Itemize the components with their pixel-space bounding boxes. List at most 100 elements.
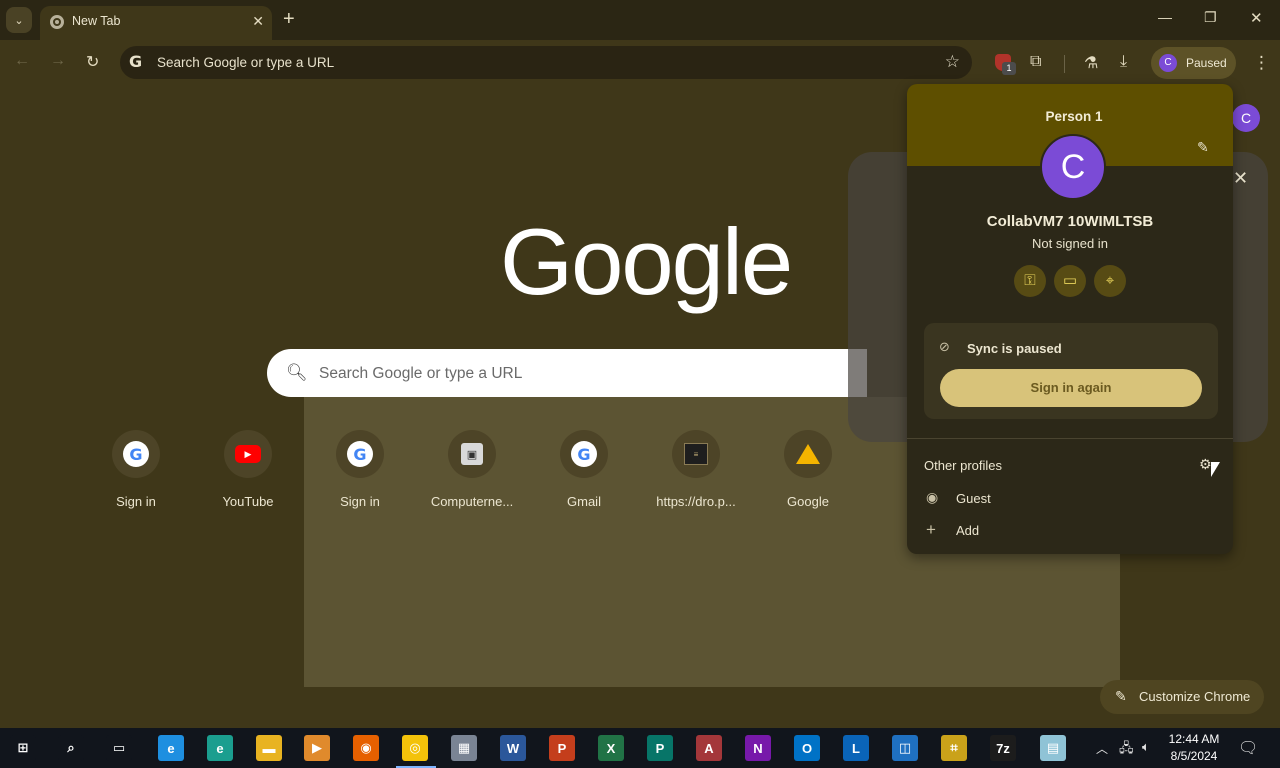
media-player-icon[interactable]: ▶ xyxy=(304,735,330,761)
mouse-cursor-icon xyxy=(1211,462,1220,477)
tab-new-tab[interactable]: New Tab ✕ xyxy=(40,6,272,40)
bookmark-star-icon[interactable]: ☆ xyxy=(945,52,960,72)
chrome-menu-icon[interactable]: ⋮ xyxy=(1253,53,1270,73)
profile-menu: Person 1 ✎ C CollabVM7 10WIMLTSB Not sig… xyxy=(907,84,1233,554)
tab-strip: ⌄ New Tab ✕ + — ❐ ✕ xyxy=(0,0,1280,40)
firefox-icon[interactable]: ◉ xyxy=(353,735,379,761)
tab-close-icon[interactable]: ✕ xyxy=(252,13,264,30)
winrar-tool-icon[interactable]: ⌗ xyxy=(941,735,967,761)
network-computer-icon[interactable]: ▦ xyxy=(451,735,477,761)
shortcut-tile[interactable]: ≡ https://dro.p... xyxy=(640,430,752,520)
shortcut-icon-circle: G xyxy=(336,430,384,478)
google-drive-icon xyxy=(796,444,820,464)
password-key-icon[interactable]: ⚿ xyxy=(1014,265,1046,297)
pencil-icon: ✎ xyxy=(1115,688,1127,704)
profile-avatar: C xyxy=(1040,134,1106,200)
outlook-icon[interactable]: O xyxy=(794,735,820,761)
account-avatar[interactable]: C xyxy=(1232,104,1260,132)
tray-overflow-icon[interactable]: ︿ xyxy=(1096,740,1108,757)
shortcut-icon-circle: ▶ xyxy=(224,430,272,478)
shortcut-label: https://dro.p... xyxy=(656,494,736,509)
reload-icon[interactable]: ↻ xyxy=(86,52,99,72)
windows-taskbar: ⊞ ⌕ ▭ e e ▬ ▶ ◉ ◎ ▦ W P X P A N O L ◫ ⌗ 7z ▤ ︿ 🖧︎ 🔈︎ 12:44 AM… xyxy=(0,728,1280,768)
notification-center-icon[interactable]: 🗨︎ xyxy=(1238,738,1258,758)
7zip-icon[interactable]: 7z xyxy=(990,735,1016,761)
shortcut-tile[interactable]: G Gmail xyxy=(528,430,640,520)
address-pin-icon[interactable]: ⌖ xyxy=(1094,265,1126,297)
manage-profiles-gear-icon[interactable]: ⚙ xyxy=(1199,456,1212,473)
address-bar[interactable]: G Search Google or type a URL ☆ xyxy=(120,46,972,79)
google-icon: G xyxy=(123,441,149,467)
shortcut-tile[interactable]: G Sign in xyxy=(304,430,416,520)
shortcut-icon-circle xyxy=(784,430,832,478)
tab-search-menu-button[interactable]: ⌄ xyxy=(6,7,32,33)
sign-in-again-button[interactable]: Sign in again xyxy=(940,369,1202,407)
restore-icon[interactable]: ❐ xyxy=(1204,9,1217,26)
shortcut-tile[interactable]: ▣ Computerne... xyxy=(416,430,528,520)
add-plus-icon: + xyxy=(926,520,936,539)
close-icon[interactable]: ✕ xyxy=(1233,168,1248,189)
youtube-icon: ▶ xyxy=(235,445,261,463)
computer-icon: ▣ xyxy=(461,443,483,465)
publisher-icon[interactable]: P xyxy=(647,735,673,761)
download-icon[interactable]: ⤓ xyxy=(1120,53,1127,71)
shortcut-label: YouTube xyxy=(222,494,274,509)
ntp-search-box[interactable]: 🔍︎ Search Google or type a URL xyxy=(267,349,867,397)
network-icon[interactable]: 🖧︎ xyxy=(1119,739,1134,761)
clock-date[interactable]: 8/5/2024 xyxy=(1166,749,1222,763)
excel-icon[interactable]: X xyxy=(598,735,624,761)
toolbar-divider xyxy=(1064,55,1065,73)
file-explorer-icon[interactable]: ▬ xyxy=(256,735,282,761)
forward-arrow-icon[interactable]: → xyxy=(50,52,66,70)
back-arrow-icon[interactable]: ← xyxy=(14,52,30,70)
add-profile-item[interactable]: Add xyxy=(956,523,979,538)
word-icon[interactable]: W xyxy=(500,735,526,761)
access-icon[interactable]: A xyxy=(696,735,722,761)
edge-can-icon[interactable]: e xyxy=(207,735,233,761)
window-close-icon[interactable]: ✕ xyxy=(1250,9,1263,27)
profile-button[interactable]: C Paused xyxy=(1151,47,1236,79)
divider xyxy=(907,438,1233,439)
shortcut-tile[interactable]: G Sign in xyxy=(80,430,192,520)
shortcut-tile[interactable]: Google xyxy=(752,430,864,520)
lync-icon[interactable]: L xyxy=(843,735,869,761)
labs-flask-icon[interactable]: ⚗ xyxy=(1084,53,1098,73)
sync-paused-icon: ⊘ xyxy=(939,339,950,354)
customize-chrome-button[interactable]: ✎ Customize Chrome xyxy=(1100,680,1264,714)
profile-person-label: Person 1 xyxy=(1045,109,1103,124)
profile-status: Not signed in xyxy=(1032,236,1108,251)
ntp-search-placeholder: Search Google or type a URL xyxy=(319,365,523,382)
google-icon: G xyxy=(347,441,373,467)
chrome-favicon-icon xyxy=(50,15,64,29)
profile-status-label: Paused xyxy=(1186,56,1227,70)
task-view-icon[interactable]: ▭ xyxy=(106,735,132,761)
profile-avatar: C xyxy=(1159,54,1177,72)
edit-pencil-icon[interactable]: ✎ xyxy=(1197,139,1209,156)
notepad-app-icon[interactable]: ▤ xyxy=(1040,735,1066,761)
profile-name: CollabVM7 10WIMLTSB xyxy=(986,213,1154,230)
tab-title: New Tab xyxy=(72,14,121,28)
sync-paused-card: ⊘ Sync is paused Sign in again xyxy=(924,323,1218,419)
shortcut-tile[interactable]: ▶ YouTube xyxy=(192,430,304,520)
minimize-icon[interactable]: — xyxy=(1158,9,1172,25)
payment-card-icon[interactable]: ▭ xyxy=(1054,265,1086,297)
start-icon[interactable]: ⊞ xyxy=(10,735,36,761)
shortcut-label: Sign in xyxy=(116,494,156,509)
onenote-icon[interactable]: N xyxy=(745,735,771,761)
search-icon: 🔍︎ xyxy=(286,363,308,382)
search-icon[interactable]: ⌕ xyxy=(58,735,84,761)
google-g-icon: G xyxy=(129,52,143,71)
extensions-puzzle-icon[interactable]: ⧉ xyxy=(1030,53,1041,71)
guest-profile-item[interactable]: Guest xyxy=(956,491,991,506)
document-icon: ≡ xyxy=(684,443,708,465)
sync-title: Sync is paused xyxy=(967,341,1062,356)
new-tab-plus-icon[interactable]: + xyxy=(283,8,295,30)
extension-badge: 1 xyxy=(1002,62,1016,75)
volume-muted-icon[interactable]: 🔈︎ xyxy=(1142,739,1150,755)
shortcut-label: Computerne... xyxy=(430,494,514,509)
chrome-canary-icon[interactable]: ◎ xyxy=(402,735,428,761)
clock-time[interactable]: 12:44 AM xyxy=(1166,732,1222,746)
virtualbox-icon[interactable]: ◫ xyxy=(892,735,918,761)
internet-explorer-icon[interactable]: e xyxy=(158,735,184,761)
powerpoint-icon[interactable]: P xyxy=(549,735,575,761)
